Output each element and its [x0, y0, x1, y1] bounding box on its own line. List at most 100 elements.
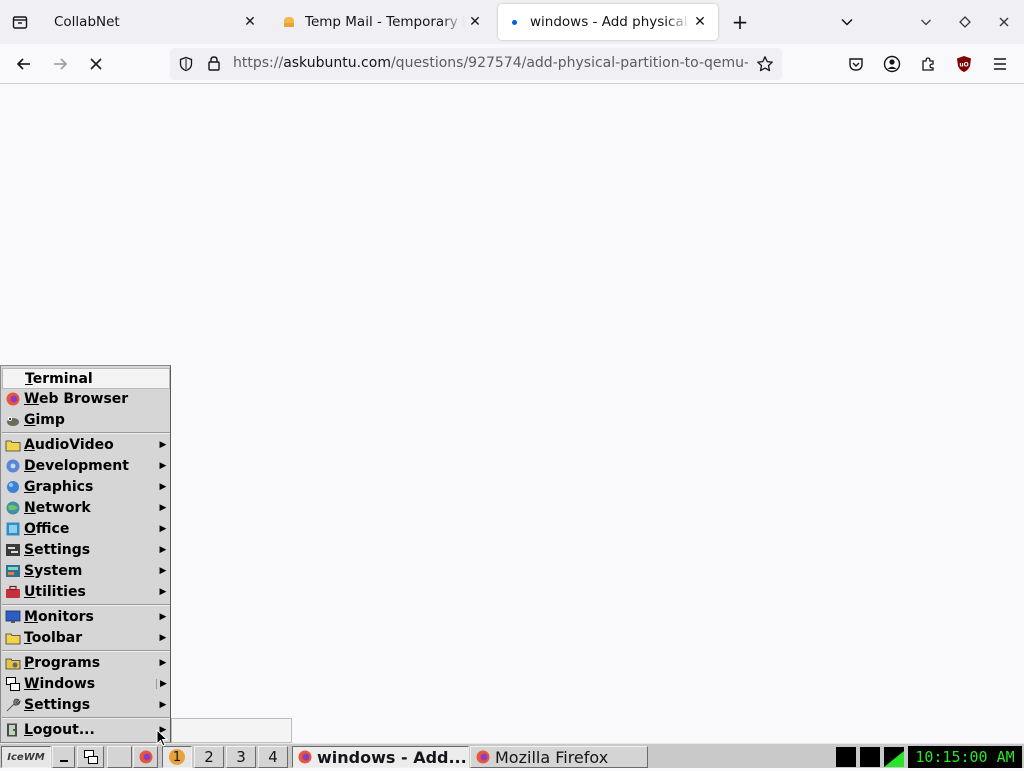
close-icon — [90, 58, 102, 70]
stop-button[interactable] — [84, 52, 108, 76]
close-window-button[interactable] — [986, 4, 1022, 40]
menu-item-label: Office — [24, 520, 70, 537]
firefox-icon — [5, 391, 21, 407]
pocket-button[interactable] — [844, 52, 868, 76]
workspace-1-button[interactable]: 1 — [162, 746, 192, 768]
url-bar[interactable]: https://askubuntu.com/questions/927574/a… — [170, 48, 782, 80]
menu-item-settings-2[interactable]: Settings ▶ — [2, 694, 170, 715]
menu-item-label: Programs — [24, 654, 101, 671]
app-menu-button[interactable] — [988, 52, 1012, 76]
close-tab-icon[interactable]: ✕ — [465, 14, 485, 30]
menu-item-label: Settings — [24, 696, 91, 713]
tab-temp-mail[interactable]: Temp Mail - Temporary Disposable Email ✕ — [273, 4, 493, 40]
menu-item-terminal[interactable]: Terminal — [2, 368, 170, 389]
menu-item-programs[interactable]: Programs ▶ — [2, 652, 170, 673]
development-icon — [5, 458, 21, 474]
menu-item-logout[interactable]: Logout... ▶ — [2, 719, 170, 740]
utilities-icon — [5, 584, 21, 600]
menu-item-network[interactable]: Network ▶ — [2, 497, 170, 518]
menu-item-label: Development — [24, 457, 129, 474]
office-icon — [5, 521, 21, 537]
workspace-label: 3 — [236, 748, 246, 766]
submenu-arrow-icon: ▶ — [159, 481, 167, 492]
quicklaunch-firefox[interactable] — [133, 746, 158, 768]
minimize-window-button[interactable] — [908, 4, 944, 40]
workspace-4-button[interactable]: 4 — [258, 746, 288, 768]
url-text[interactable]: https://askubuntu.com/questions/927574/a… — [233, 55, 748, 71]
menu-item-audiovideo[interactable]: AudioVideo ▶ — [2, 434, 170, 455]
programs-icon — [5, 655, 21, 671]
bookmark-star-icon[interactable] — [756, 55, 774, 77]
submenu-arrow-icon: ▶ — [159, 632, 167, 643]
chevron-down-icon — [921, 19, 931, 26]
ublock-origin-button[interactable]: uO — [952, 52, 976, 76]
clock[interactable]: 10:15:00 AM — [908, 746, 1022, 768]
lock-icon[interactable] — [206, 55, 222, 76]
account-button[interactable] — [880, 52, 904, 76]
firefox-icon — [298, 750, 312, 764]
tracking-protection-shield-icon[interactable] — [178, 56, 194, 76]
submenu-arrow-icon: ▶ — [159, 523, 167, 534]
submenu-arrow-icon: ▶ — [156, 678, 170, 689]
menu-item-label: Gimp — [24, 411, 65, 428]
firefox-view-icon — [12, 16, 28, 29]
task-button-firefox[interactable]: Mozilla Firefox — [470, 746, 648, 768]
window-list-button[interactable] — [77, 746, 104, 768]
back-button[interactable] — [12, 52, 36, 76]
logout-submenu[interactable] — [171, 718, 292, 743]
submenu-arrow-icon: ▶ — [159, 439, 167, 450]
task-button-askubuntu[interactable]: windows - Add... — [292, 746, 469, 768]
menu-item-graphics[interactable]: Graphics ▶ — [2, 476, 170, 497]
start-menu-button[interactable]: IceWM — [1, 746, 51, 768]
menu-item-utilities[interactable]: Utilities ▶ — [2, 581, 170, 602]
close-tab-icon[interactable]: ✕ — [690, 14, 710, 30]
menu-item-settings[interactable]: Settings ▶ — [2, 539, 170, 560]
new-tab-button[interactable]: + — [722, 4, 758, 40]
tab-bar: CollabNet ✕ Temp Mail - Temporary Dispos… — [0, 0, 1024, 44]
tab-collabnet[interactable]: CollabNet ✕ — [46, 4, 268, 40]
menu-item-toolbar[interactable]: Toolbar ▶ — [2, 627, 170, 648]
menu-item-label: Settings — [24, 541, 91, 558]
list-all-tabs-button[interactable] — [829, 4, 865, 40]
url-path: /questions/927574/add-physical-partition… — [390, 55, 748, 71]
task-title: windows - Add... — [317, 747, 467, 767]
firefox-icon — [139, 750, 152, 764]
menu-item-label: Web Browser — [24, 390, 129, 407]
workspace-3-button[interactable]: 3 — [226, 746, 256, 768]
gimp-icon — [5, 412, 21, 428]
url-scheme: https:// — [233, 55, 284, 71]
menu-item-monitors[interactable]: Monitors ▶ — [2, 606, 170, 627]
close-tab-icon[interactable]: ✕ — [240, 14, 260, 30]
logout-icon — [5, 722, 21, 738]
menu-item-label: Terminal — [25, 370, 93, 387]
submenu-arrow-icon: ▶ — [159, 544, 167, 555]
maximize-window-button[interactable] — [947, 4, 983, 40]
menu-item-web-browser[interactable]: Web Browser — [2, 388, 170, 409]
menu-item-system[interactable]: System ▶ — [2, 560, 170, 581]
minimize-all-icon — [59, 760, 68, 762]
close-icon — [999, 17, 1009, 27]
tab-askubuntu[interactable]: windows - Add physical partition to qemu… — [498, 4, 718, 40]
memory-monitor-applet[interactable] — [884, 747, 904, 767]
submenu-arrow-icon: ▶ — [159, 657, 167, 668]
wrench-icon — [5, 697, 21, 713]
menu-item-windows[interactable]: Windows ▶ — [2, 673, 170, 694]
tab-title: windows - Add physical partition to qemu… — [530, 14, 690, 30]
menu-item-gimp[interactable]: Gimp — [2, 409, 170, 430]
firefox-view-button[interactable] — [2, 4, 38, 40]
temp-mail-favicon-icon — [281, 14, 297, 30]
forward-button[interactable] — [48, 52, 72, 76]
cpu-monitor-applet[interactable] — [836, 747, 856, 767]
task-title: Mozilla Firefox — [495, 747, 609, 767]
menu-item-development[interactable]: Development ▶ — [2, 455, 170, 476]
chevron-down-icon — [841, 18, 853, 26]
mouse-cursor-icon — [156, 729, 169, 747]
show-desktop-button[interactable] — [52, 746, 75, 768]
menu-item-office[interactable]: Office ▶ — [2, 518, 170, 539]
extensions-button[interactable] — [916, 52, 940, 76]
submenu-arrow-icon: ▶ — [159, 586, 167, 597]
network-monitor-applet[interactable] — [860, 747, 880, 767]
firefox-icon — [476, 750, 490, 764]
workspace-2-button[interactable]: 2 — [194, 746, 224, 768]
quicklaunch-terminal[interactable] — [107, 746, 132, 768]
